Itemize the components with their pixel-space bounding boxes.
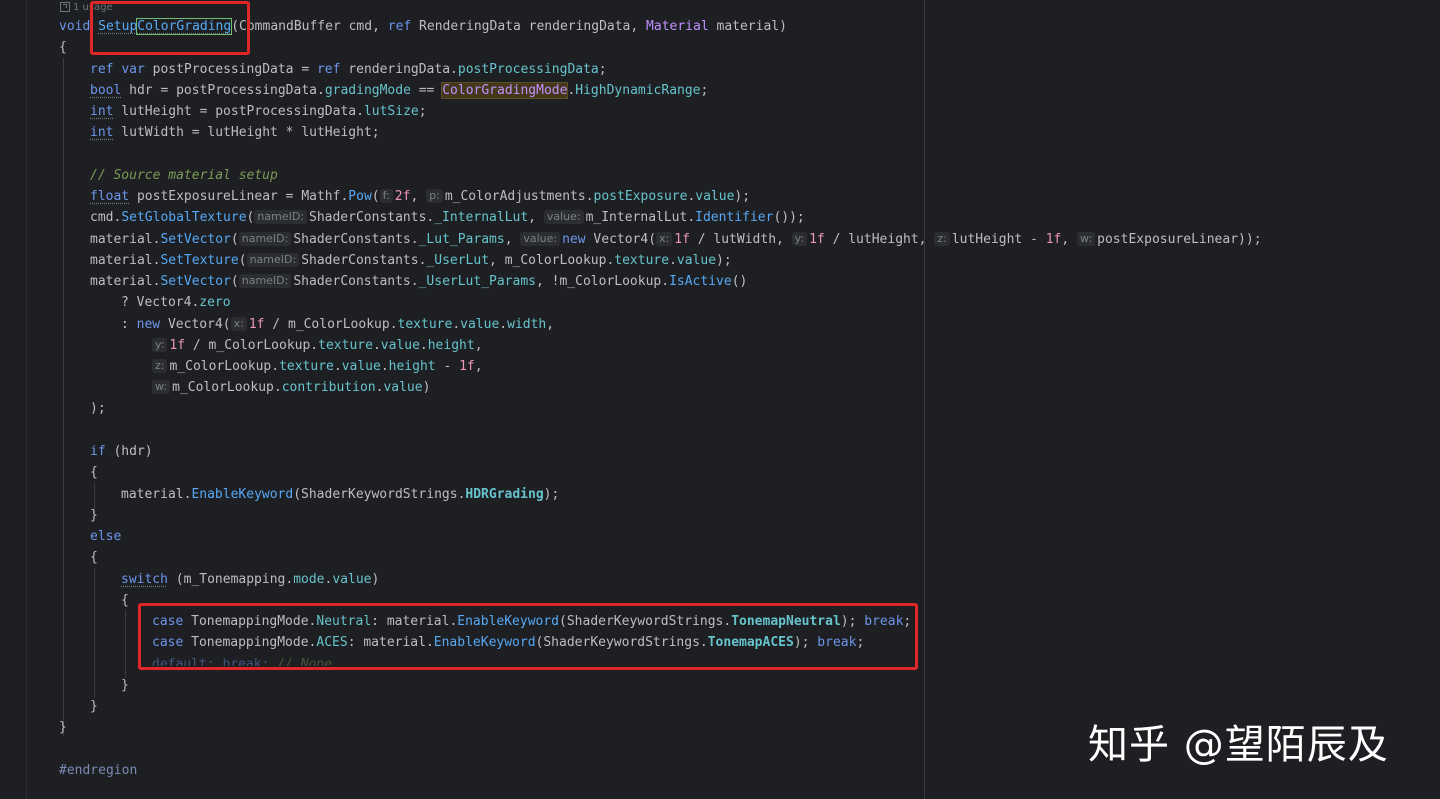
code-line: } (121, 678, 129, 693)
code-line: #endregion (59, 763, 138, 778)
indent-guide-3 (94, 568, 95, 698)
code-line: ); (90, 401, 106, 416)
editor-gutter (0, 0, 27, 799)
code-line: material.SetTexture(nameID: ShaderConstan… (90, 253, 732, 268)
code-line: z: m_ColorLookup.texture.value.height - 1… (152, 356, 483, 377)
code-line: { (59, 40, 67, 55)
code-line: int lutWidth = lutHeight * lutHeight; (90, 125, 380, 140)
code-line: } (90, 699, 98, 714)
code-line: } (90, 508, 98, 523)
code-line: cmd.SetGlobalTexture(nameID: ShaderConsta… (90, 210, 805, 225)
code-line: material.SetVector(nameID: ShaderConstant… (90, 232, 1262, 247)
code-line: { (90, 465, 98, 480)
code-line: { (121, 593, 129, 608)
code-line: } (59, 720, 67, 735)
watermark: 知乎 @望陌辰及 (1088, 722, 1389, 768)
code-comment: // Source material setup (90, 168, 278, 183)
code-line: y: 1f / m_ColorLookup.texture.value.heigh… (152, 335, 483, 356)
code-line: bool hdr = postProcessingData.gradingMod… (90, 82, 709, 99)
indent-guide-1 (63, 58, 64, 736)
code-line: ? Vector4.zero (121, 295, 231, 310)
code-line: material.SetVector(nameID: ShaderConstant… (90, 274, 748, 289)
code-line: ref var postProcessingData = ref renderi… (90, 62, 607, 77)
highlight-box-switch-cases (138, 603, 918, 670)
code-line: float postExposureLinear = Mathf.Pow(f: 2… (90, 189, 751, 204)
code-line: { (90, 550, 98, 565)
usage-icon (60, 2, 70, 12)
code-line: w: m_ColorLookup.contribution.value) (152, 377, 430, 398)
highlight-box-method-name (90, 1, 250, 55)
code-line: else (90, 529, 122, 544)
code-line: : new Vector4(x: 1f / m_ColorLookup.textu… (121, 317, 555, 332)
code-line: switch (m_Tonemapping.mode.value) (121, 572, 380, 587)
right-margin-guide (924, 0, 925, 799)
code-line: int lutHeight = postProcessingData.lutSi… (90, 104, 427, 119)
indent-guide-4 (125, 610, 126, 678)
code-line: if (hdr) (90, 444, 153, 459)
code-line: material.EnableKeyword(ShaderKeywordStri… (121, 487, 560, 502)
